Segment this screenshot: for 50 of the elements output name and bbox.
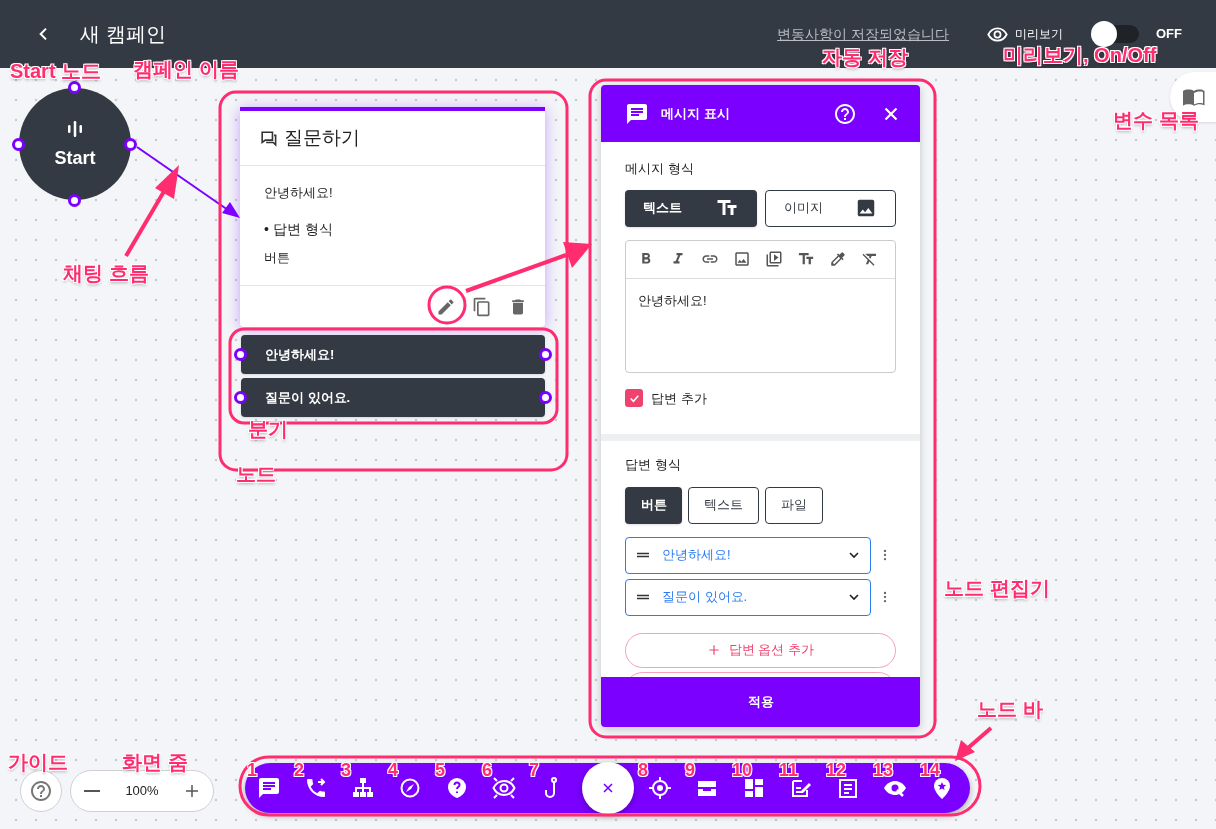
- step-number: 12: [825, 760, 847, 780]
- format-tab[interactable]: 파일: [765, 486, 823, 524]
- start-label: Start: [54, 146, 96, 170]
- format-tab[interactable]: 버튼: [625, 486, 682, 524]
- section-label: 답변 형식: [625, 456, 682, 474]
- section-label: 메시지 형식: [625, 160, 695, 178]
- node-title: 질문하기: [284, 125, 360, 150]
- answer-option-select[interactable]: 안녕하세요!: [625, 536, 871, 574]
- save-status-link[interactable]: 변동사항이 저장되었습니다: [777, 23, 949, 45]
- step-number: 13: [872, 760, 894, 780]
- callout-label: 노드 바: [977, 697, 1043, 722]
- callout-label: 노드 편집기: [944, 576, 1050, 601]
- callout-label: 미리보기, On/Off: [1003, 43, 1157, 68]
- apply-button[interactable]: 적용: [601, 677, 920, 727]
- branch-button[interactable]: 질문이 있어요.: [241, 378, 545, 417]
- step-number: 14: [919, 760, 941, 780]
- step-number: 6: [481, 760, 492, 780]
- zoom-level: 100%: [125, 782, 159, 801]
- format-tab[interactable]: 텍스트: [688, 486, 759, 524]
- preview-label: 미리보기: [1015, 26, 1063, 43]
- step-number: 4: [387, 760, 398, 780]
- step-number: 7: [528, 760, 539, 780]
- step-number: 8: [637, 760, 648, 780]
- answer-format-value: 버튼: [264, 248, 291, 267]
- toggle-state-label: OFF: [1156, 25, 1182, 44]
- node-card[interactable]: 질문하기 안녕하세요! • 답변 형식 버튼: [240, 107, 545, 327]
- step-number: 9: [684, 760, 695, 780]
- format-tab[interactable]: 이미지: [764, 189, 896, 227]
- step-number: 1: [246, 760, 257, 780]
- rich-text-editor[interactable]: 안녕하세요!: [625, 239, 896, 373]
- step-number: 11: [778, 760, 799, 780]
- branch-button[interactable]: 안녕하세요!: [241, 335, 545, 374]
- answer-option-select[interactable]: 질문이 있어요.: [625, 578, 871, 616]
- callout-label: 변수 목록: [1113, 108, 1199, 133]
- start-node[interactable]: Start: [19, 88, 131, 200]
- format-tab[interactable]: 텍스트: [625, 189, 757, 227]
- checkbox-label: 답변 추가: [651, 389, 707, 408]
- node-message: 안녕하세요!: [264, 184, 334, 202]
- campaign-title: 새 캠페인: [80, 22, 166, 47]
- callout-label: 채팅 흐름: [63, 261, 149, 286]
- message-text: 안녕하세요!: [637, 291, 708, 310]
- answer-format-label: • 답변 형식: [264, 219, 334, 239]
- callout-label: 자동 저장: [822, 45, 908, 70]
- editor-title: 메시지 표시: [661, 104, 731, 123]
- step-number: 3: [340, 760, 351, 780]
- step-number: 10: [731, 760, 753, 780]
- callout-label: 화면 줌: [122, 750, 188, 775]
- step-number: 2: [293, 760, 304, 780]
- callout-label: 가이드: [8, 750, 68, 775]
- step-number: 5: [434, 760, 445, 780]
